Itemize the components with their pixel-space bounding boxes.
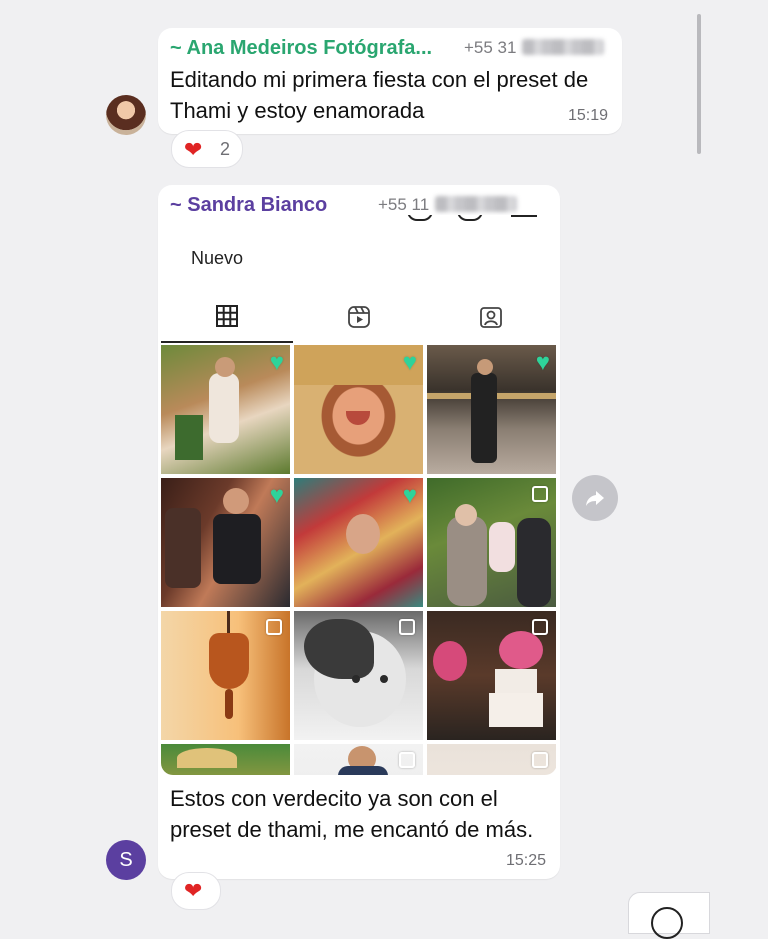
- scrollbar[interactable]: [697, 14, 701, 154]
- heart-icon: ❤: [184, 137, 203, 162]
- photo-tile: [427, 744, 556, 775]
- verified-check-icon: ♥: [402, 482, 417, 509]
- photo-tile: [294, 611, 423, 740]
- select-box-icon: [266, 619, 282, 635]
- shared-screenshot[interactable]: Nuevo ♥ ♥ ♥ ♥ ♥: [161, 215, 557, 775]
- select-box-icon: [399, 619, 415, 635]
- photo-tile: ♥: [161, 345, 290, 474]
- grid-icon: [216, 305, 238, 327]
- tagged-icon: [480, 307, 502, 328]
- message-bubble-1[interactable]: ~ Ana Medeiros Fotógrafa... +55 31 Edita…: [158, 28, 622, 134]
- photo-tile: ♥: [161, 478, 290, 607]
- message-bubble-2[interactable]: ~ Sandra Bianco +55 11 Nuevo ♥ ♥ ♥ ♥ ♥ E…: [158, 185, 560, 879]
- reaction-badge[interactable]: ❤: [171, 872, 221, 910]
- tab-reels: [293, 291, 425, 343]
- sender-name[interactable]: ~ Ana Medeiros Fotógrafa...: [170, 37, 432, 60]
- highlight-label: Nuevo: [191, 248, 244, 268]
- photo-tile: ♥: [427, 345, 556, 474]
- reels-icon: [348, 306, 370, 328]
- photo-tile: [294, 744, 423, 775]
- sender-name[interactable]: ~ Sandra Bianco: [170, 194, 327, 217]
- menu-icon: [511, 215, 537, 217]
- reaction-count: 2: [220, 139, 231, 159]
- forward-icon: [586, 491, 604, 506]
- forward-button[interactable]: [572, 475, 618, 521]
- photo-tile: [427, 478, 556, 607]
- sender-phone: +55 11: [378, 195, 518, 215]
- tab-tagged: [425, 291, 557, 343]
- verified-check-icon: ♥: [402, 349, 417, 376]
- avatar[interactable]: S: [106, 840, 146, 880]
- redacted-number: [522, 39, 605, 55]
- photo-tile: [161, 744, 290, 775]
- search-button[interactable]: [628, 892, 710, 939]
- photo-tile: ♥: [294, 478, 423, 607]
- message-text: Estos con verdecito ya son con el preset…: [170, 786, 534, 842]
- photo-tile: [161, 611, 290, 740]
- tab-grid: [161, 291, 293, 343]
- message-text: Editando mi primera fiesta con el preset…: [170, 67, 589, 123]
- verified-check-icon: ♥: [535, 349, 550, 376]
- select-box-icon: [532, 619, 548, 635]
- redacted-number: [435, 196, 518, 212]
- photo-tile: ♥: [294, 345, 423, 474]
- select-box-icon: [399, 752, 415, 768]
- search-icon: [651, 907, 683, 939]
- reaction-badge[interactable]: ❤ 2: [171, 130, 243, 168]
- avatar[interactable]: [106, 95, 146, 135]
- verified-check-icon: ♥: [269, 482, 284, 509]
- profile-icon: [457, 215, 483, 221]
- message-time: 15:19: [567, 107, 608, 124]
- heart-icon: ❤: [184, 878, 203, 903]
- photo-tile: [427, 611, 556, 740]
- select-box-icon: [532, 752, 548, 768]
- sender-phone: +55 31: [464, 38, 605, 58]
- message-time: 15:25: [505, 852, 546, 869]
- select-box-icon: [532, 486, 548, 502]
- profile-icon: [407, 215, 433, 221]
- verified-check-icon: ♥: [269, 349, 284, 376]
- profile-tabs: [161, 291, 557, 343]
